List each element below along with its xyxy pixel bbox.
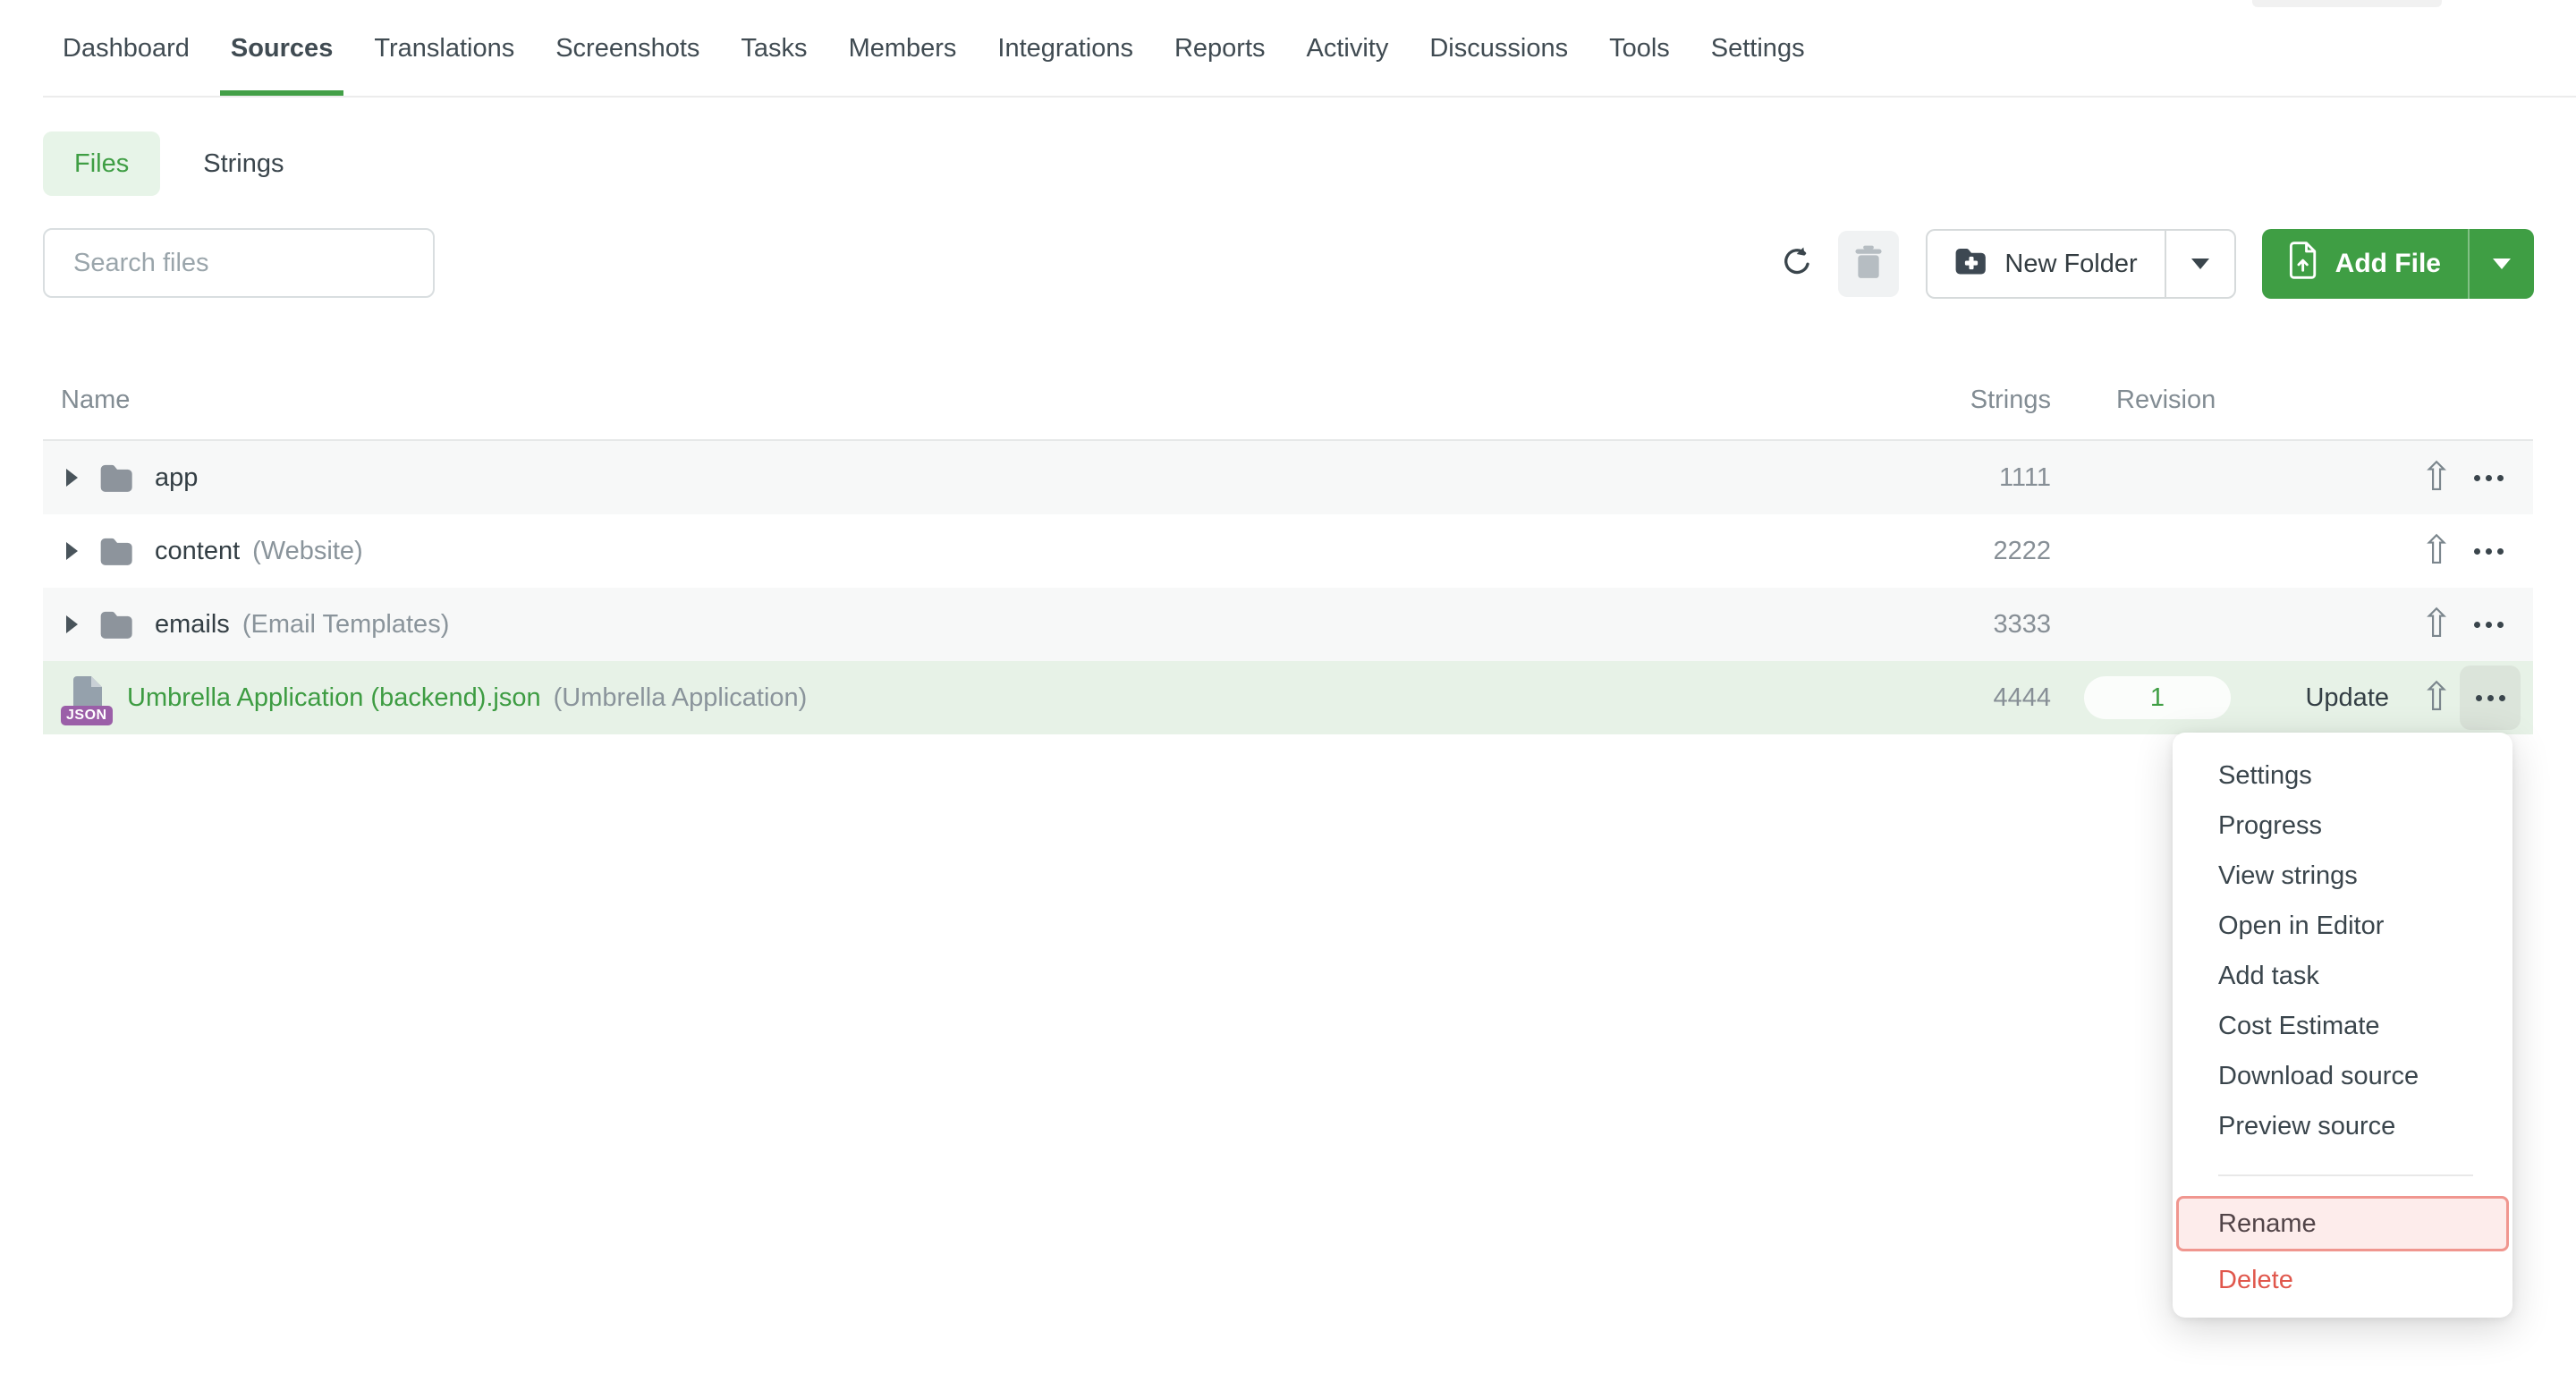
menu-item-progress[interactable]: Progress [2173,801,2512,851]
upload-icon[interactable]: ⇧ [2415,531,2458,571]
table-row-selected[interactable]: JSON Umbrella Application (backend).json… [43,661,2533,734]
table-row[interactable]: content (Website) 2222 ⇧ [43,514,2533,588]
refresh-button[interactable] [1772,229,1822,299]
nav-item-members[interactable]: Members [838,0,968,98]
table-row[interactable]: emails (Email Templates) 3333 ⇧ [43,588,2533,661]
nav-item-settings[interactable]: Settings [1700,0,1816,98]
table-row[interactable]: app 1111 ⇧ [43,441,2533,514]
nav-item-sources[interactable]: Sources [220,0,343,98]
new-folder-split-button: New Folder [1926,229,2235,299]
add-file-dropdown-button[interactable] [2470,229,2534,299]
folder-plus-icon [1954,247,1988,282]
strings-count: 1111 [1999,463,2051,493]
column-header-revision: Revision [2116,386,2216,415]
file-note: (Umbrella Application) [554,683,808,713]
add-file-button[interactable]: Add File [2262,229,2468,299]
file-context-menu: Settings Progress View strings Open in E… [2173,733,2512,1318]
files-table: Name Strings Revision app 1111 ⇧ content… [43,382,2533,734]
nav-item-tasks[interactable]: Tasks [730,0,818,98]
nav-item-integrations[interactable]: Integrations [987,0,1144,98]
trash-icon [1854,245,1883,284]
nav-item-discussions[interactable]: Discussions [1419,0,1579,98]
folder-icon [99,463,135,492]
nav-item-tools[interactable]: Tools [1598,0,1681,98]
upload-icon[interactable]: ⇧ [2415,678,2458,717]
new-folder-label: New Folder [2004,250,2137,279]
folder-icon [99,537,135,565]
menu-item-add-task[interactable]: Add task [2173,951,2512,1001]
toolbar-actions: New Folder Add File [1772,228,2534,300]
nav-item-reports[interactable]: Reports [1164,0,1276,98]
update-link[interactable]: Update [2305,683,2389,713]
ellipsis-menu-button[interactable] [2463,622,2513,628]
chevron-down-icon [2191,259,2209,269]
menu-item-cost-estimate[interactable]: Cost Estimate [2173,1001,2512,1051]
menu-divider [2218,1174,2473,1176]
add-file-label: Add File [2335,249,2441,279]
chevron-down-icon [2493,259,2511,269]
folder-name[interactable]: emails [155,610,230,640]
strings-count: 2222 [1993,537,2051,566]
ellipsis-menu-button[interactable] [2463,475,2513,481]
column-header-name: Name [61,386,130,415]
menu-item-preview-source[interactable]: Preview source [2173,1101,2512,1151]
revision-badge: 1 [2084,676,2231,719]
menu-item-view-strings[interactable]: View strings [2173,851,2512,901]
upload-icon[interactable]: ⇧ [2415,605,2458,644]
upload-icon[interactable]: ⇧ [2415,458,2458,497]
menu-item-open-in-editor[interactable]: Open in Editor [2173,901,2512,951]
file-upload-icon [2289,242,2319,286]
strings-count: 3333 [1993,610,2051,640]
nav-item-screenshots[interactable]: Screenshots [545,0,710,98]
nav-item-dashboard[interactable]: Dashboard [52,0,200,98]
nav-divider [43,96,2576,98]
folder-name[interactable]: content [155,537,240,566]
new-folder-button[interactable]: New Folder [1928,231,2164,297]
menu-item-rename-highlighted[interactable]: Rename [2176,1196,2509,1251]
json-file-icon: JSON [70,674,106,721]
expand-caret-icon[interactable] [66,615,78,633]
column-header-strings: Strings [1970,386,2051,415]
search-input[interactable] [43,228,435,298]
ellipsis-menu-button-active[interactable] [2460,666,2521,730]
folder-note: (Website) [252,537,363,566]
refresh-icon [1780,245,1814,284]
tab-strings[interactable]: Strings [203,149,284,179]
expand-caret-icon[interactable] [66,469,78,487]
strings-count: 4444 [1993,683,2051,713]
json-badge: JSON [61,706,113,725]
view-switcher: Files Strings [43,131,2576,196]
menu-item-download-source[interactable]: Download source [2173,1051,2512,1101]
new-folder-dropdown-button[interactable] [2166,231,2234,297]
nav-item-activity[interactable]: Activity [1296,0,1400,98]
delete-selected-button[interactable] [1838,231,1899,297]
expand-caret-icon[interactable] [66,542,78,560]
folder-icon [99,610,135,639]
project-nav: Dashboard Sources Translations Screensho… [0,0,2576,98]
table-header: Name Strings Revision [43,382,2533,441]
files-toolbar: New Folder Add File [0,228,2576,300]
nav-item-translations[interactable]: Translations [363,0,525,98]
folder-note: (Email Templates) [242,610,450,640]
file-name-link[interactable]: Umbrella Application (backend).json [127,683,541,713]
menu-item-delete[interactable]: Delete [2173,1255,2512,1305]
add-file-split-button: Add File [2262,229,2534,299]
menu-item-settings[interactable]: Settings [2173,750,2512,801]
ellipsis-menu-button[interactable] [2463,548,2513,555]
folder-name[interactable]: app [155,463,198,493]
tab-files[interactable]: Files [43,131,160,196]
